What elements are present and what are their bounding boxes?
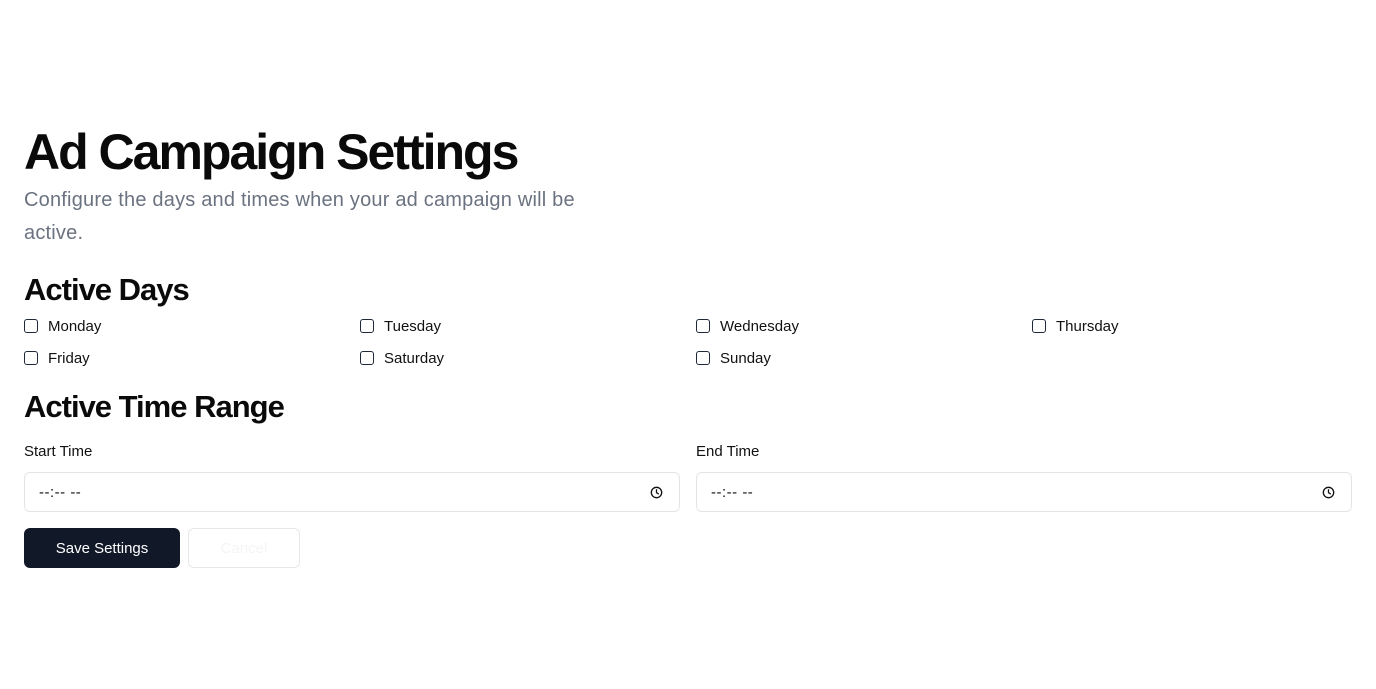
save-settings-button[interactable]: Save Settings <box>24 528 180 568</box>
day-label: Wednesday <box>720 317 799 335</box>
start-time-label: Start Time <box>24 443 93 460</box>
end-time-input[interactable]: --:-- -- <box>696 472 1352 512</box>
day-label: Saturday <box>384 349 445 367</box>
friday-checkbox[interactable] <box>24 351 38 365</box>
day-option-sunday[interactable]: Sunday <box>696 349 1032 367</box>
tuesday-checkbox[interactable] <box>360 319 374 333</box>
day-option-wednesday[interactable]: Wednesday <box>696 317 1032 335</box>
day-option-thursday[interactable]: Thursday <box>1032 317 1352 335</box>
start-time-group: Start Time --:-- -- <box>24 443 680 512</box>
end-time-label: End Time <box>696 443 760 460</box>
day-label: Monday <box>48 317 102 335</box>
days-grid: Monday Tuesday Wednesday Thursday Friday… <box>24 317 1352 367</box>
page: Ad Campaign Settings Configure the days … <box>0 0 1376 689</box>
day-label: Thursday <box>1056 317 1119 335</box>
clock-icon[interactable] <box>1322 486 1335 499</box>
form-actions: Save Settings Cancel <box>24 528 1352 568</box>
start-time-value: --:-- -- <box>39 483 82 501</box>
page-subtitle: Configure the days and times when your a… <box>24 189 575 244</box>
day-option-friday[interactable]: Friday <box>24 349 360 367</box>
time-range-row: Start Time --:-- -- End Time --:-- -- <box>24 443 1352 512</box>
clock-icon[interactable] <box>650 486 663 499</box>
day-label: Sunday <box>720 349 771 367</box>
start-time-input[interactable]: --:-- -- <box>24 472 680 512</box>
day-option-monday[interactable]: Monday <box>24 317 360 335</box>
end-time-value: --:-- -- <box>711 483 754 501</box>
saturday-checkbox[interactable] <box>360 351 374 365</box>
wednesday-checkbox[interactable] <box>696 319 710 333</box>
thursday-checkbox[interactable] <box>1032 319 1046 333</box>
monday-checkbox[interactable] <box>24 319 38 333</box>
day-option-tuesday[interactable]: Tuesday <box>360 317 696 335</box>
end-time-group: End Time --:-- -- <box>696 443 1352 512</box>
day-option-saturday[interactable]: Saturday <box>360 349 696 367</box>
day-label: Friday <box>48 349 90 367</box>
day-label: Tuesday <box>384 317 441 335</box>
sunday-checkbox[interactable] <box>696 351 710 365</box>
cancel-button[interactable]: Cancel <box>188 528 300 568</box>
active-time-range-heading: Active Time Range <box>24 389 285 424</box>
active-days-heading: Active Days <box>24 272 190 307</box>
settings-form: Ad Campaign Settings Configure the days … <box>24 124 1352 568</box>
page-title: Ad Campaign Settings <box>24 124 519 180</box>
